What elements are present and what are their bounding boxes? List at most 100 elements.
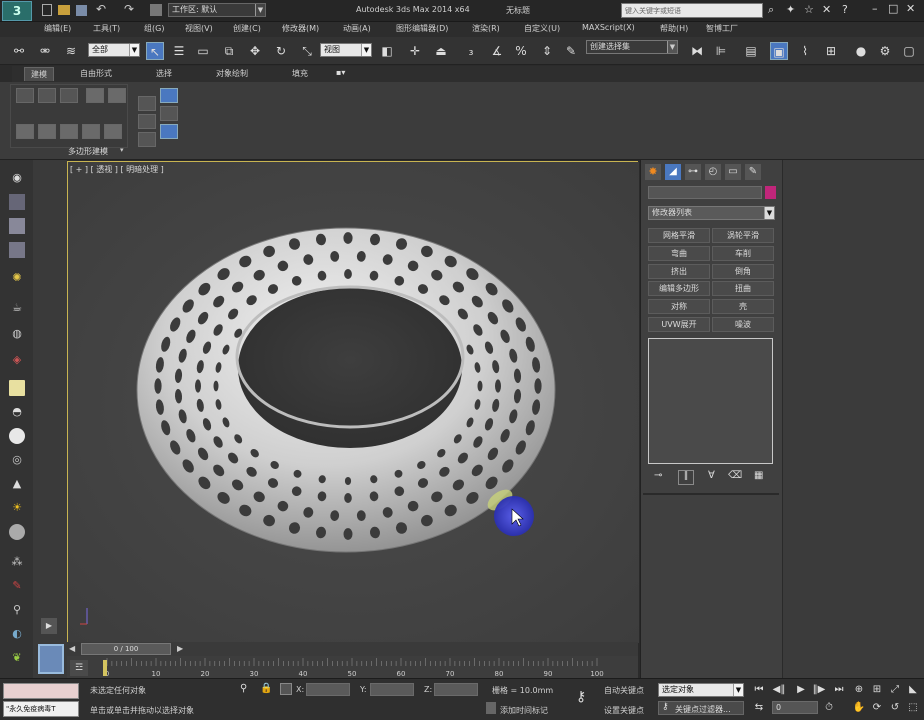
arc-rotate-icon[interactable]: ↺ xyxy=(888,701,902,715)
move-icon[interactable]: ✥ xyxy=(246,42,264,60)
ribbon-btn-6[interactable] xyxy=(16,124,34,139)
goto-start-icon[interactable]: ⏮ xyxy=(752,683,766,697)
ribbon-options-icon[interactable]: ▪▾ xyxy=(336,68,345,77)
cone-icon[interactable]: ▲ xyxy=(9,476,25,492)
ribbon-btn-4[interactable] xyxy=(86,88,104,103)
modifier-button-11[interactable]: UVW展开 xyxy=(648,317,710,332)
auto-key-button[interactable]: 自动关键点 xyxy=(604,685,644,696)
select-link-icon[interactable]: ⚯ xyxy=(10,42,28,60)
ribbon-btn-14[interactable] xyxy=(160,88,178,103)
ribbon-tab-selection[interactable]: 选择 xyxy=(156,68,172,79)
menu-plugin[interactable]: 智博工厂 xyxy=(706,23,738,34)
bones-icon[interactable]: ⚲ xyxy=(9,602,25,618)
ribbon-btn-9[interactable] xyxy=(82,124,100,139)
ribbon-tab-populate[interactable]: 填充 xyxy=(292,68,308,79)
grid-icon[interactable] xyxy=(9,242,25,258)
orbit-view-icon[interactable]: ⟳ xyxy=(870,701,884,715)
expand-arrow-icon[interactable]: ▶ xyxy=(41,618,57,634)
menu-graph-editors[interactable]: 图形编辑器(D) xyxy=(396,23,448,34)
material-editor-icon[interactable]: ● xyxy=(852,42,870,60)
ribbon-btn-11[interactable] xyxy=(138,96,156,111)
align-icon[interactable]: ⊫ xyxy=(712,42,730,60)
perspective-viewport[interactable] xyxy=(67,161,639,643)
time-slider-thumb[interactable]: 0 / 100 xyxy=(81,643,171,655)
rect-selection-icon[interactable]: ▭ xyxy=(194,42,212,60)
add-time-tag[interactable]: 添加时间标记 xyxy=(500,705,548,716)
open-file-icon[interactable] xyxy=(58,5,70,15)
maximize-toggle-icon[interactable]: ⬚ xyxy=(906,701,920,715)
ribbon-btn-12[interactable] xyxy=(138,114,156,129)
menu-edit[interactable]: 编辑(E) xyxy=(44,23,71,34)
show-end-result-icon[interactable]: ‖ xyxy=(678,470,694,485)
remove-modifier-icon[interactable]: ⌫ xyxy=(728,470,742,481)
ribbon-tab-object-paint[interactable]: 对象绘制 xyxy=(216,68,248,79)
save-file-icon[interactable] xyxy=(76,5,87,16)
unlink-icon[interactable]: ⚮ xyxy=(36,42,54,60)
teapot-icon[interactable]: ☕ xyxy=(9,300,25,316)
time-next-icon[interactable]: ▶ xyxy=(177,644,183,653)
ribbon-btn-13[interactable] xyxy=(138,132,156,147)
isolate-icon[interactable]: ⚲ xyxy=(240,683,247,694)
current-frame-marker[interactable] xyxy=(103,660,107,676)
paint-icon[interactable]: ✎ xyxy=(9,578,25,594)
modifier-button-5[interactable]: 挤出 xyxy=(648,264,710,279)
particles-icon[interactable]: ⁂ xyxy=(9,554,25,570)
reference-coord-dropdown[interactable]: 视图 ▼ xyxy=(320,43,372,57)
key-filters-button[interactable]: ⚷ 关键点过滤器... xyxy=(658,701,744,715)
angle-snap-icon[interactable]: ∡ xyxy=(488,42,506,60)
viewport-thumbnail[interactable] xyxy=(38,644,64,674)
maximize-viewport-icon[interactable]: ⤢ xyxy=(888,683,902,697)
time-config-icon[interactable]: ⏱ xyxy=(822,701,836,715)
select-by-name-icon[interactable]: ☰ xyxy=(170,42,188,60)
goto-end-icon[interactable]: ⏭ xyxy=(832,683,846,697)
curve-editor-icon[interactable]: ⌇ xyxy=(796,42,814,60)
ribbon-tab-modeling[interactable]: 建模 xyxy=(24,67,54,81)
lock-selection-icon[interactable]: 🔒 xyxy=(260,683,272,694)
schematic-view-icon[interactable]: ⊞ xyxy=(822,42,840,60)
document-icon[interactable] xyxy=(9,218,25,234)
set-key-button[interactable]: 设置关键点 xyxy=(604,705,644,716)
mirror-icon[interactable]: ⧓ xyxy=(688,42,706,60)
orbit-icon[interactable]: ◉ xyxy=(9,170,25,186)
menu-help[interactable]: 帮助(H) xyxy=(660,23,688,34)
box-icon[interactable] xyxy=(9,380,25,396)
minimize-button[interactable]: – xyxy=(872,2,878,15)
pan-icon[interactable]: ✋ xyxy=(852,701,866,715)
menu-tools[interactable]: 工具(T) xyxy=(93,23,120,34)
workspace-dropdown[interactable]: 工作区: 默认 ▼ xyxy=(168,3,266,17)
camera-icon[interactable]: ◈ xyxy=(9,352,25,368)
modifier-button-2[interactable]: 涡轮平滑 xyxy=(712,228,774,243)
modifier-button-7[interactable]: 编辑多边形 xyxy=(648,281,710,296)
object-name-field[interactable] xyxy=(648,186,762,199)
torus-object[interactable] xyxy=(136,227,556,553)
modifier-button-4[interactable]: 车削 xyxy=(712,246,774,261)
zoom-extents-icon[interactable]: ⊕ xyxy=(852,683,866,697)
pin-stack-icon[interactable]: ⊸ xyxy=(654,470,662,481)
track-bar-left-icon[interactable]: ☲ xyxy=(70,660,88,676)
percent-snap-icon[interactable]: % xyxy=(512,42,530,60)
undo-icon[interactable]: ↶ xyxy=(96,2,106,16)
edit-named-sel-icon[interactable]: ✎ xyxy=(562,42,580,60)
favorites-icon[interactable]: ☆ xyxy=(804,3,814,16)
display-tab-icon[interactable]: ▭ xyxy=(725,164,741,180)
menu-views[interactable]: 视图(V) xyxy=(185,23,213,34)
menu-animation[interactable]: 动画(A) xyxy=(343,23,371,34)
menu-create[interactable]: 创建(C) xyxy=(233,23,261,34)
pivot-center-icon[interactable]: ◧ xyxy=(378,42,396,60)
create-tab-icon[interactable]: ✸ xyxy=(645,164,661,180)
new-file-icon[interactable] xyxy=(42,4,52,16)
scale-icon[interactable]: ⤡ xyxy=(298,42,316,60)
keyboard-shortcut-icon[interactable]: ⏏ xyxy=(432,42,450,60)
maxscript-listener[interactable] xyxy=(3,683,79,699)
maxscript-output[interactable]: "永久免疫病毒T xyxy=(3,701,79,717)
object-color-swatch[interactable] xyxy=(765,186,776,199)
window-crossing-icon[interactable]: ⧉ xyxy=(220,42,238,60)
sphere-icon[interactable]: ◍ xyxy=(9,326,25,342)
help-icon[interactable]: ? xyxy=(842,3,848,16)
globe-icon[interactable]: ◐ xyxy=(9,626,25,642)
render-setup-icon[interactable]: ⚙ xyxy=(876,42,894,60)
ribbon-btn-16[interactable] xyxy=(160,124,178,139)
time-prev-icon[interactable]: ◀ xyxy=(69,644,75,653)
ribbon-panel-label[interactable]: 多边形建模 xyxy=(68,146,108,157)
play-icon[interactable]: ▶ xyxy=(794,683,808,697)
